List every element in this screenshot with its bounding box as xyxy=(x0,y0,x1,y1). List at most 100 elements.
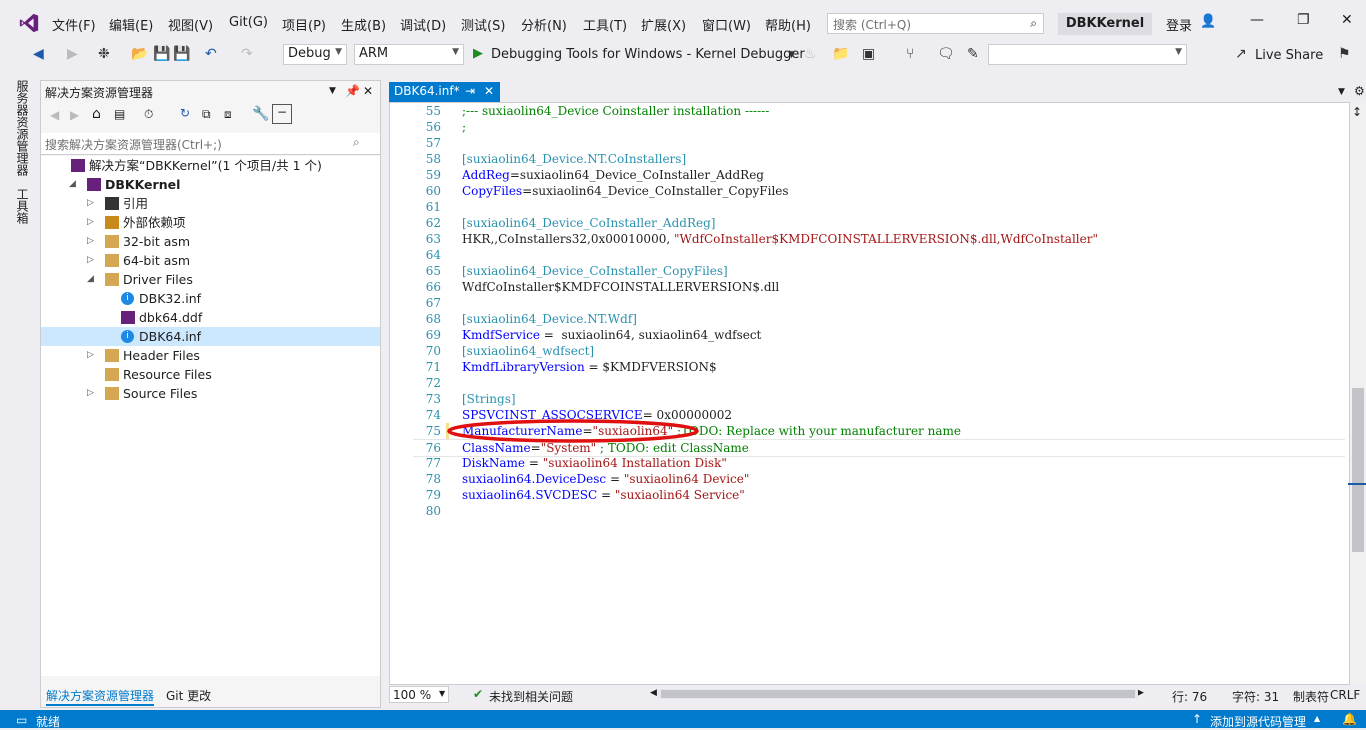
collapsed-arrow-icon[interactable]: ▷ xyxy=(87,194,94,213)
folder-view-icon[interactable]: 📁 xyxy=(832,46,849,62)
menu-item[interactable]: 调试(D) xyxy=(400,15,446,34)
comment-icon[interactable]: 🗨 xyxy=(937,46,955,62)
tree-node[interactable]: i DBK32.inf xyxy=(41,289,380,308)
back-icon[interactable]: ◀ xyxy=(33,46,44,62)
expanded-arrow-icon[interactable]: ◢ xyxy=(87,270,94,289)
code-line[interactable]: 69 KmdfService = suxiaolin64, suxiaolin64… xyxy=(413,327,762,343)
show-all-files-icon[interactable]: ⧈ xyxy=(224,107,232,122)
account-icon[interactable]: 👤 xyxy=(1200,14,1216,29)
code-line[interactable]: 61 xyxy=(413,199,462,215)
chevron-up-icon[interactable]: ▲ xyxy=(1314,714,1320,723)
undo-icon[interactable]: ↶ xyxy=(205,46,217,62)
screenshot-icon[interactable]: ▣ xyxy=(862,46,875,62)
save-all-icon[interactable]: 💾 xyxy=(173,46,190,62)
debugger-label[interactable]: Debugging Tools for Windows - Kernel Deb… xyxy=(491,47,805,62)
menu-item[interactable]: 分析(N) xyxy=(521,15,567,34)
vertical-scroll-thumb[interactable] xyxy=(1352,388,1364,552)
solution-search-input[interactable]: 搜索解决方案资源管理器(Ctrl+;) ⌕ xyxy=(41,133,380,155)
menu-item[interactable]: 生成(B) xyxy=(341,15,386,34)
open-icon[interactable]: 📂 xyxy=(131,46,148,62)
zoom-select[interactable]: 100 % ▼ xyxy=(389,686,449,703)
forward-icon[interactable]: ▶ xyxy=(67,46,78,62)
start-debug-icon[interactable]: ▶ xyxy=(473,46,483,61)
search-input[interactable]: 搜索 (Ctrl+Q) ⌕ xyxy=(827,13,1044,34)
tree-node[interactable]: ▷ Source Files xyxy=(41,384,380,403)
switch-views-icon[interactable]: ▤ xyxy=(114,107,125,121)
code-line[interactable]: 68 [suxiaolin64_Device.NT.Wdf] xyxy=(413,311,637,327)
code-line[interactable]: 77 DiskName = "suxiaolin64 Installation D… xyxy=(413,455,727,471)
restore-icon[interactable]: ❐ xyxy=(1297,12,1310,28)
new-project-icon[interactable]: ❉ xyxy=(98,46,110,62)
tree-node[interactable]: Resource Files xyxy=(41,365,380,384)
code-line[interactable]: 57 xyxy=(413,135,462,151)
code-line[interactable]: 70 [suxiaolin64_wdfsect] xyxy=(413,343,594,359)
chevron-down-icon[interactable]: ▼ xyxy=(329,86,336,96)
code-line[interactable]: 71 KmdfLibraryVersion = $KMDFVERSION$ xyxy=(413,359,717,375)
tree-node[interactable]: ▷ 32-bit asm xyxy=(41,232,380,251)
horizontal-scrollbar[interactable] xyxy=(661,690,1135,698)
column-indicator[interactable]: 字符: 31 xyxy=(1232,688,1279,705)
live-share-icon[interactable]: ↗ xyxy=(1235,46,1247,62)
close-tab-icon[interactable]: ✕ xyxy=(484,84,494,98)
notification-icon[interactable]: 🔔 xyxy=(1342,712,1357,726)
tree-node[interactable]: i DBK64.inf xyxy=(41,327,380,346)
live-share-button[interactable]: Live Share xyxy=(1255,48,1323,63)
menu-item[interactable]: 文件(F) xyxy=(52,15,96,34)
close-window-icon[interactable]: ✕ xyxy=(1341,12,1353,28)
properties-icon[interactable]: 🔧 xyxy=(252,106,269,122)
code-line[interactable]: 78 suxiaolin64.DeviceDesc = "suxiaolin64 … xyxy=(413,471,750,487)
collapsed-arrow-icon[interactable]: ▷ xyxy=(87,251,94,270)
menu-item[interactable]: 窗口(W) xyxy=(702,15,751,34)
minimize-icon[interactable]: — xyxy=(1250,12,1264,28)
add-source-control-button[interactable]: 添加到源代码管理 xyxy=(1210,713,1306,730)
pin-icon[interactable]: ⇥ xyxy=(465,84,475,98)
code-line[interactable]: 62 [suxiaolin64_Device_CoInstaller_AddReg… xyxy=(413,215,716,231)
find-combo[interactable]: ▼ xyxy=(988,44,1187,65)
pending-changes-icon[interactable]: ⏱ xyxy=(144,107,153,122)
login-link[interactable]: 登录 xyxy=(1166,15,1192,34)
tree-node[interactable]: ◢ DBKKernel xyxy=(41,175,380,194)
tab-solution-explorer[interactable]: 解决方案资源管理器 xyxy=(46,687,155,706)
menu-item[interactable]: 编辑(E) xyxy=(109,15,153,34)
collapsed-arrow-icon[interactable]: ▷ xyxy=(87,384,94,403)
preview-selected-icon[interactable]: − xyxy=(272,104,292,124)
forward-icon[interactable]: ▶ xyxy=(70,108,79,122)
tree-node[interactable]: 解决方案“DBKKernel”(1 个项目/共 1 个) xyxy=(41,156,380,175)
code-line[interactable]: 67 xyxy=(413,295,462,311)
document-tab[interactable]: DBK64.inf* ⇥ ✕ xyxy=(389,82,500,102)
feedback-icon[interactable]: ⚑ xyxy=(1338,46,1351,62)
platform-select[interactable]: ARM ▼ xyxy=(354,44,464,65)
code-line[interactable]: 55 ;--- suxiaolin64_Device Coinstaller in… xyxy=(413,103,770,119)
chevron-down-icon[interactable]: ▼ xyxy=(1338,87,1345,97)
collapse-all-icon[interactable]: ⧉ xyxy=(202,107,211,122)
code-line[interactable]: 60 CopyFiles=suxiaolin64_Device_CoInstall… xyxy=(413,183,789,199)
tab-indicator[interactable]: 制表符 xyxy=(1293,688,1329,705)
tree-node[interactable]: dbk64.ddf xyxy=(41,308,380,327)
settings-icon[interactable]: ⚙ xyxy=(1354,84,1365,98)
hot-reload-icon[interactable]: ♨ xyxy=(804,46,817,62)
configuration-select[interactable]: Debug ▼ xyxy=(283,44,347,65)
code-line[interactable]: 64 xyxy=(413,247,462,263)
back-icon[interactable]: ◀ xyxy=(50,108,59,122)
code-line[interactable]: 59 AddReg=suxiaolin64_Device_CoInstaller_… xyxy=(413,167,764,183)
menu-item[interactable]: 工具(T) xyxy=(583,15,627,34)
menu-item[interactable]: 视图(V) xyxy=(168,15,213,34)
code-line[interactable]: 66 WdfCoInstaller$KMDFCOINSTALLERVERSION$… xyxy=(413,279,779,295)
menu-item[interactable]: Git(G) xyxy=(229,15,268,30)
menu-item[interactable]: 测试(S) xyxy=(461,15,505,34)
scroll-left-icon[interactable]: ◀ xyxy=(650,688,657,698)
tree-node[interactable]: ▷ Header Files xyxy=(41,346,380,365)
save-icon[interactable]: 💾 xyxy=(153,46,170,62)
sync-icon[interactable]: ↻ xyxy=(180,106,190,120)
issues-status[interactable]: 未找到相关问题 xyxy=(489,688,573,705)
expanded-arrow-icon[interactable]: ◢ xyxy=(69,175,76,194)
code-line[interactable]: 56; xyxy=(413,119,466,135)
tree-node[interactable]: ▷ 外部依赖项 xyxy=(41,213,380,232)
menu-item[interactable]: 帮助(H) xyxy=(765,15,811,34)
tree-node[interactable]: ▷ 引用 xyxy=(41,194,380,213)
scroll-right-icon[interactable]: ▶ xyxy=(1137,688,1144,698)
pin-icon[interactable]: 📌 xyxy=(345,84,360,98)
menu-item[interactable]: 项目(P) xyxy=(282,15,326,34)
home-icon[interactable]: ⌂ xyxy=(92,106,101,122)
collapsed-arrow-icon[interactable]: ▷ xyxy=(87,232,94,251)
